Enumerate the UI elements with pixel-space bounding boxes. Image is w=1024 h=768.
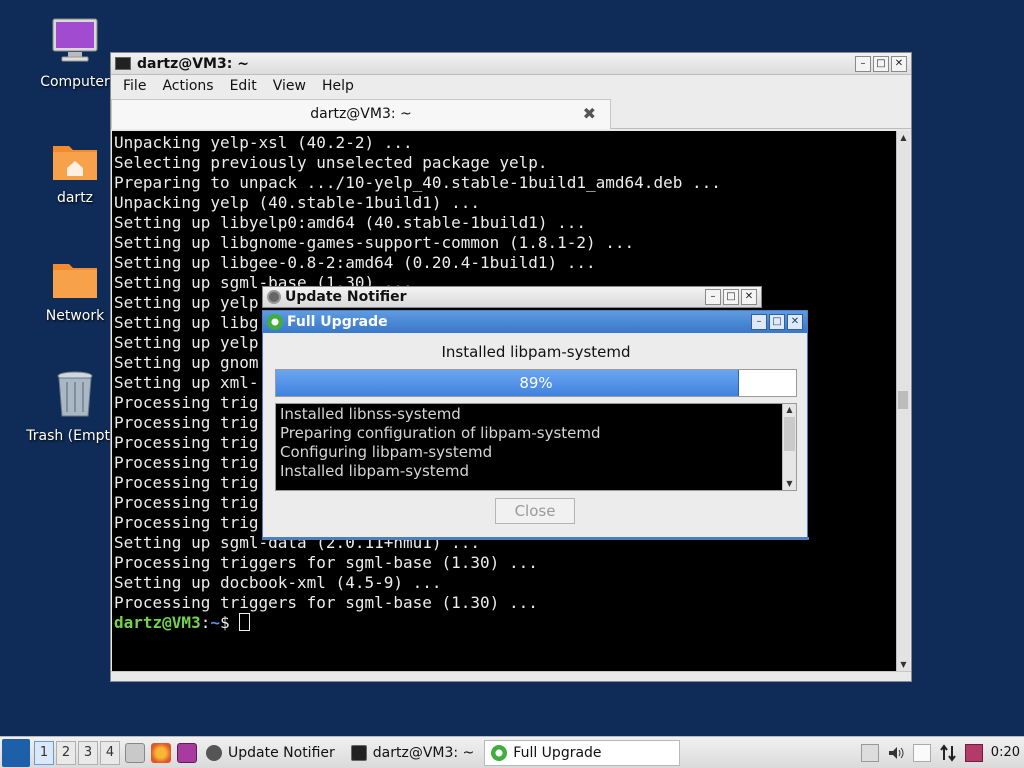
minimize-button[interactable]: –	[751, 314, 767, 330]
update-notifier-task-icon	[206, 744, 222, 761]
maximize-button[interactable]: □	[723, 289, 739, 305]
menu-help[interactable]: Help	[314, 78, 362, 94]
close-dialog-button[interactable]: Close	[495, 498, 575, 524]
terminal-line: Processing triggers for sgml-base (1.30)…	[114, 593, 538, 612]
trash-icon	[57, 371, 93, 417]
network-updown-icon[interactable]	[939, 743, 957, 762]
task-update-notifier[interactable]: Update Notifier	[200, 740, 341, 766]
maximize-button[interactable]: □	[769, 314, 785, 330]
tab-close-icon[interactable]: ✖	[583, 100, 596, 128]
scroll-down-arrow-icon[interactable]: ▼	[783, 478, 796, 490]
workspace-1[interactable]: 1	[34, 740, 54, 765]
start-menu-icon[interactable]	[2, 738, 30, 767]
terminal-menubar: File Actions Edit View Help	[111, 75, 911, 97]
terminal-task-icon	[350, 744, 367, 761]
update-notifier-title: Update Notifier	[285, 289, 407, 305]
workspace-3[interactable]: 3	[78, 740, 98, 765]
network-folder-icon	[53, 264, 97, 298]
upgrade-progress-bar: 89%	[275, 369, 797, 397]
log-line: Preparing configuration of libpam-system…	[280, 424, 601, 442]
terminal-tab[interactable]: dartz@VM3: ~ ✖	[111, 99, 611, 129]
home-folder-icon	[53, 146, 97, 180]
power-icon[interactable]	[964, 743, 983, 762]
terminal-line: Setting up libyelp0:amd64 (40.stable-1bu…	[114, 213, 587, 232]
terminal-tab-label: dartz@VM3: ~	[310, 106, 412, 122]
prompt-path: ~	[210, 613, 220, 632]
terminal-titlebar[interactable]: dartz@VM3: ~ – □ ✕	[111, 53, 911, 75]
terminal-tabbar: dartz@VM3: ~ ✖	[111, 97, 911, 129]
upgrade-task-icon	[491, 744, 508, 761]
terminal-icon	[115, 57, 131, 70]
scrollbar-thumb[interactable]	[898, 391, 908, 409]
terminal-scrollbar[interactable]: ▲ ▼	[896, 131, 910, 671]
terminal-cursor	[239, 613, 251, 631]
task-label: Full Upgrade	[513, 744, 602, 761]
upgrade-log[interactable]: Installed libnss-systemd Preparing confi…	[275, 403, 797, 491]
terminal-line: Unpacking yelp-xsl (40.2-2) ...	[114, 133, 413, 152]
clipboard-icon[interactable]	[912, 743, 931, 762]
volume-icon[interactable]	[887, 744, 905, 762]
prompt-separator: :	[200, 613, 211, 632]
log-line: Installed libnss-systemd	[280, 405, 461, 423]
terminal-line: Selecting previously unselected package …	[114, 153, 548, 172]
maximize-button[interactable]: □	[873, 55, 889, 72]
menu-view[interactable]: View	[265, 78, 314, 94]
minimize-button[interactable]: –	[705, 289, 721, 305]
log-scrollbar[interactable]: ▲ ▼	[782, 404, 796, 490]
media-launcher-icon[interactable]	[177, 742, 197, 763]
full-upgrade-titlebar[interactable]: Full Upgrade – □ ✕	[263, 311, 807, 333]
update-notifier-titlebar[interactable]: Update Notifier – □ ✕	[262, 286, 762, 308]
upgrade-status-text: Installed libpam-systemd	[441, 343, 631, 361]
menu-actions[interactable]: Actions	[154, 78, 221, 94]
close-button[interactable]: ✕	[787, 314, 803, 330]
menu-edit[interactable]: Edit	[222, 78, 265, 94]
scroll-up-arrow-icon[interactable]: ▲	[897, 131, 910, 144]
firefox-launcher-icon[interactable]	[151, 742, 171, 763]
terminal-line: Preparing to unpack .../10-yelp_40.stabl…	[114, 173, 721, 192]
terminal-title: dartz@VM3: ~	[137, 55, 249, 72]
dialog-bottom-border	[263, 537, 809, 540]
taskbar: 1 2 3 4 Update Notifier dartz@VM3: ~ Ful…	[0, 736, 1024, 768]
workspace-4[interactable]: 4	[100, 740, 120, 765]
task-terminal[interactable]: dartz@VM3: ~	[345, 740, 481, 766]
task-label: Update Notifier	[228, 744, 335, 761]
full-upgrade-dialog: Full Upgrade – □ ✕ Installed libpam-syst…	[262, 310, 809, 540]
menu-file[interactable]: File	[115, 78, 154, 94]
progress-label: 89%	[519, 374, 553, 392]
scrollbar-thumb[interactable]	[784, 417, 795, 451]
terminal-line: Setting up docbook-xml (4.5-9) ...	[114, 573, 442, 592]
scroll-down-arrow-icon[interactable]: ▼	[897, 658, 910, 671]
full-upgrade-title: Full Upgrade	[287, 314, 388, 330]
task-full-upgrade[interactable]: Full Upgrade	[484, 739, 681, 766]
system-tray: 0:20	[860, 743, 1024, 762]
scroll-up-arrow-icon[interactable]: ▲	[783, 404, 796, 416]
workspace-2[interactable]: 2	[56, 740, 76, 765]
log-line: Configuring libpam-systemd	[280, 443, 493, 461]
terminal-statusbar	[111, 671, 911, 681]
terminal-line: Processing triggers for sgml-base (1.30)…	[114, 553, 538, 572]
close-button[interactable]: ✕	[891, 55, 907, 72]
minimize-button[interactable]: –	[855, 55, 871, 72]
upgrade-gear-icon	[267, 314, 283, 330]
terminal-line: Setting up libgee-0.8-2:amd64 (0.20.4-1b…	[114, 253, 596, 272]
log-line: Installed libpam-systemd	[280, 462, 470, 480]
drive-icon[interactable]	[860, 743, 879, 762]
terminal-line: Setting up libgnome-games-support-common…	[114, 233, 635, 252]
task-label: dartz@VM3: ~	[372, 744, 475, 761]
terminal-line: Unpacking yelp (40.stable-1build1) ...	[114, 193, 481, 212]
close-button[interactable]: ✕	[741, 289, 757, 305]
terminal-prompt-line: dartz@VM3:~$	[114, 613, 894, 633]
prompt-symbol: $	[219, 613, 240, 632]
update-notifier-icon	[267, 290, 281, 304]
file-manager-launcher-icon[interactable]	[125, 742, 145, 763]
computer-icon	[52, 18, 98, 62]
prompt-user: dartz@VM3	[114, 613, 201, 632]
clock[interactable]: 0:20	[991, 745, 1020, 760]
